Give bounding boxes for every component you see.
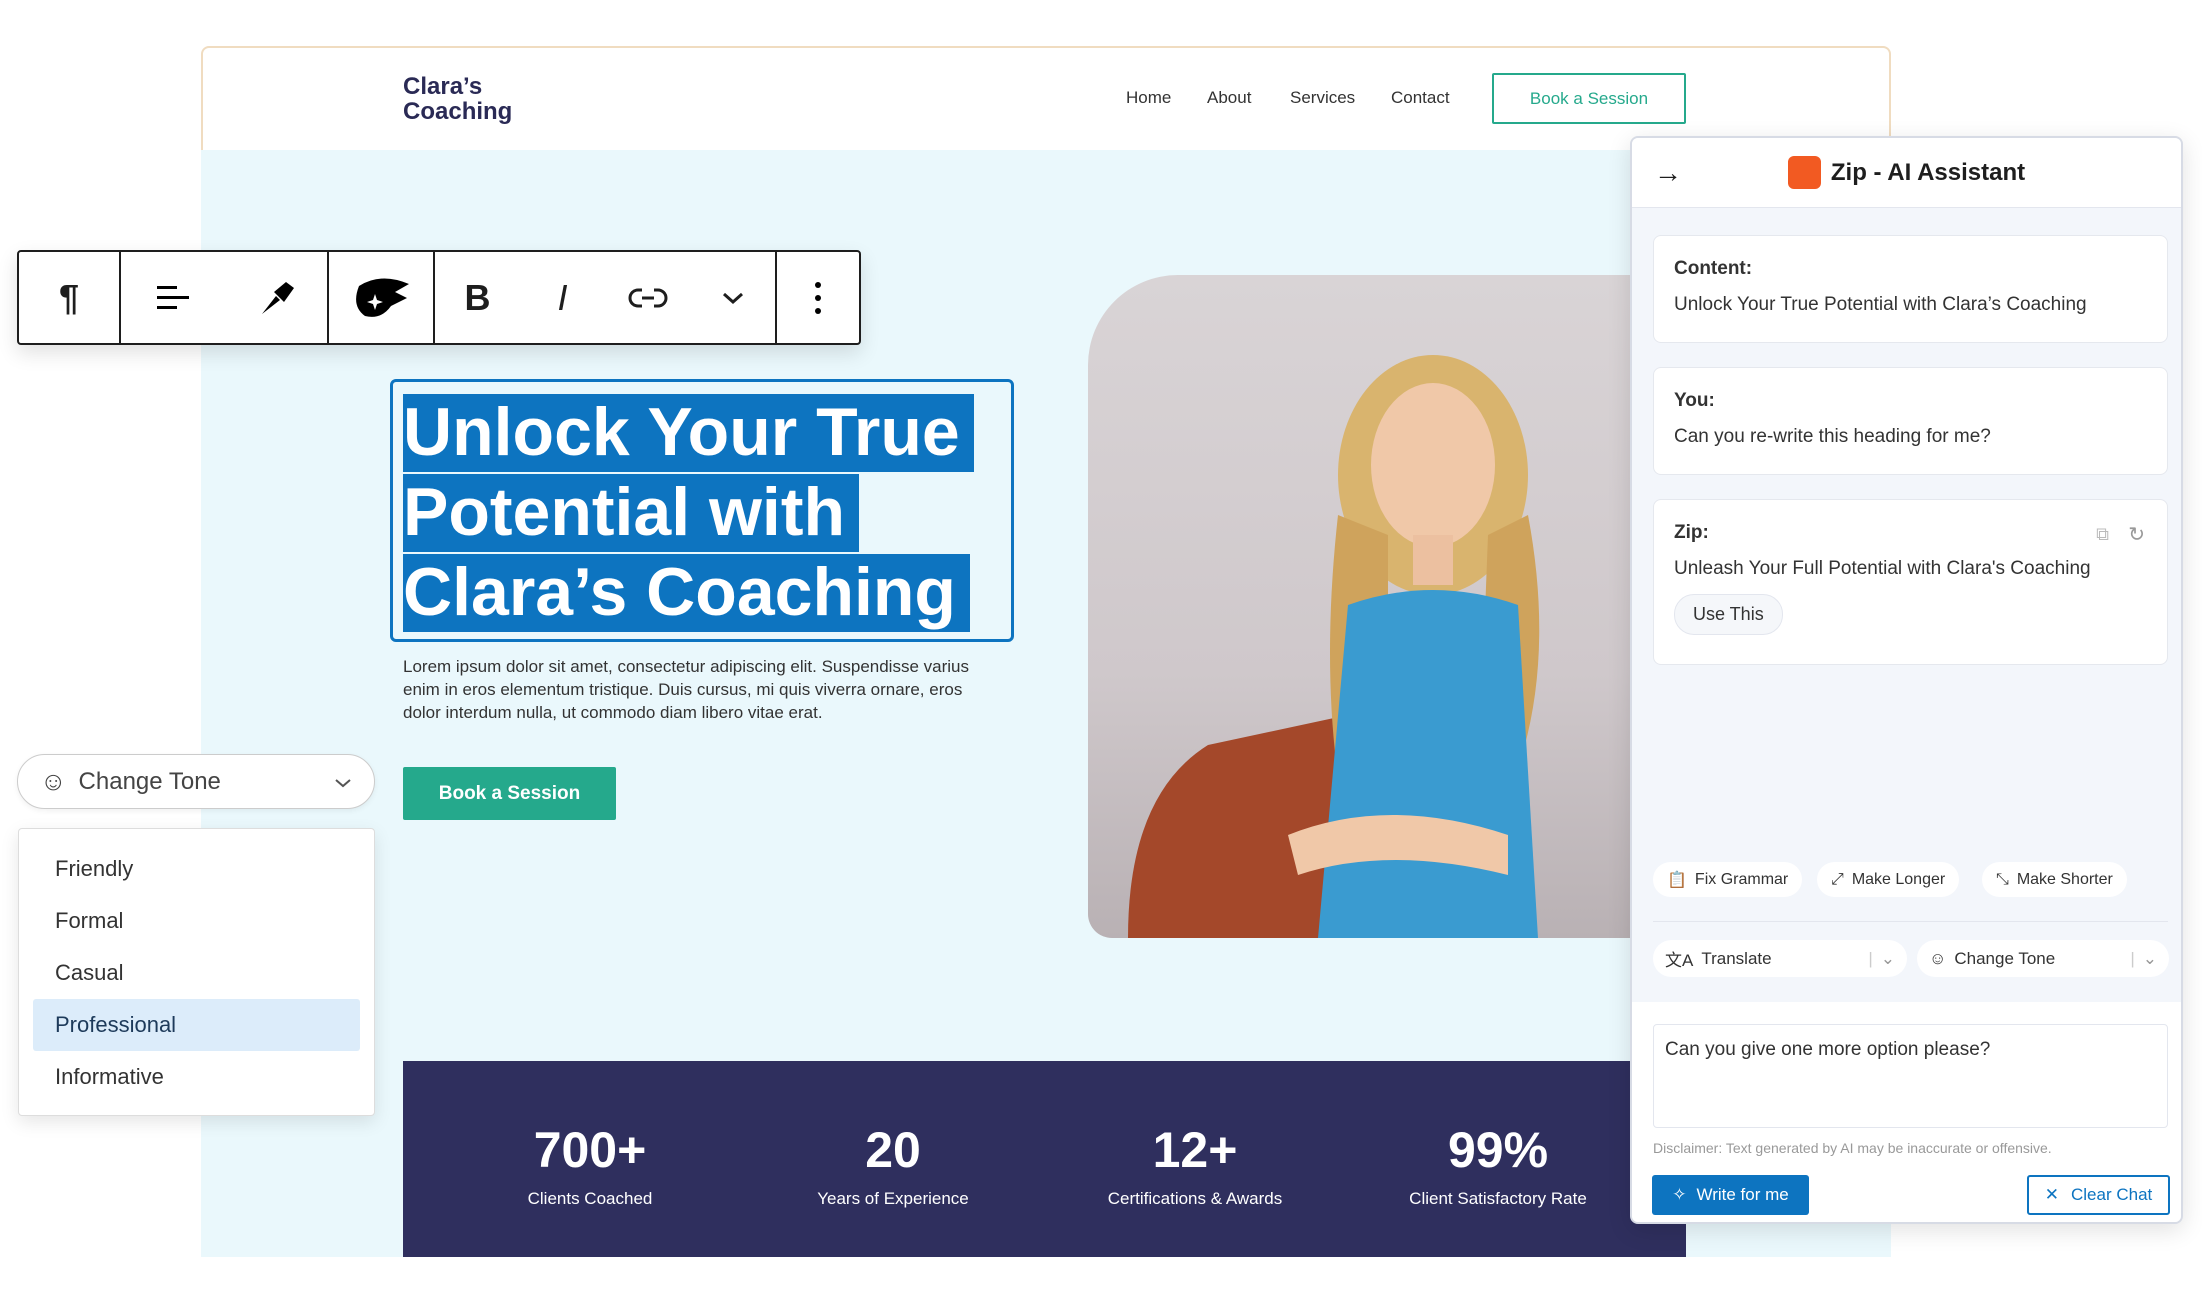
- ai-assistant-panel: → Zip - AI Assistant Content: Unlock Your…: [1630, 136, 2183, 1224]
- align-icon[interactable]: [143, 268, 203, 328]
- coach-photo: [1088, 275, 1648, 938]
- header-book-session-button[interactable]: Book a Session: [1492, 73, 1686, 124]
- chevron-down-icon: ⌄: [1880, 948, 1895, 968]
- content-message: Content: Unlock Your True Potential with …: [1653, 235, 2168, 343]
- zip-logo-icon: [1787, 156, 1821, 189]
- more-options-icon[interactable]: [788, 268, 848, 328]
- tone-option-friendly[interactable]: Friendly: [33, 843, 360, 895]
- copy-icon[interactable]: ⧉: [2096, 524, 2109, 545]
- site-logo[interactable]: Clara’s Coaching: [403, 74, 523, 124]
- expand-icon: ⤢: [1831, 870, 1844, 888]
- collapse-icon: ⤡: [1996, 870, 2009, 888]
- tone-options-menu: Friendly Formal Casual Professional Info…: [18, 828, 375, 1116]
- block-toolbar: ¶ B I: [17, 250, 861, 345]
- heading-line: Potential with: [403, 474, 859, 552]
- heading-line: Clara’s Coaching: [403, 554, 970, 632]
- zip-ai-icon[interactable]: [351, 268, 411, 328]
- paragraph-icon[interactable]: ¶: [39, 268, 99, 328]
- write-for-me-button[interactable]: ✧ Write for me: [1652, 1175, 1809, 1215]
- hero-heading[interactable]: Unlock Your True Potential with Clara’s …: [403, 392, 1003, 632]
- change-tone-select[interactable]: ☺ Change Tone | ⌄: [1917, 940, 2169, 977]
- clipboard-check-icon: 📋: [1667, 871, 1687, 889]
- arrow-right-icon[interactable]: →: [1654, 157, 1682, 189]
- change-tone-dropdown[interactable]: ☺ Change Tone: [17, 754, 375, 809]
- translate-icon: 文A: [1665, 951, 1694, 970]
- sparkle-icon: ✧: [1672, 1185, 1687, 1204]
- stat-item: 20 Years of Experience: [817, 1122, 969, 1208]
- refresh-icon[interactable]: ↻: [2128, 522, 2145, 547]
- stat-item: 12+ Certifications & Awards: [1107, 1122, 1283, 1208]
- use-this-button[interactable]: Use This: [1674, 594, 1783, 635]
- heading-line: Unlock Your True: [403, 394, 974, 472]
- panel-header: → Zip - AI Assistant: [1632, 138, 2181, 208]
- link-icon[interactable]: [618, 268, 678, 328]
- panel-title: Zip - AI Assistant: [1830, 158, 2026, 186]
- italic-icon[interactable]: I: [533, 268, 593, 328]
- nav-home[interactable]: Home: [1126, 88, 1171, 108]
- disclaimer: Disclaimer: Text generated by AI may be …: [1653, 1140, 2052, 1156]
- tone-option-informative[interactable]: Informative: [33, 1051, 360, 1103]
- composer: Can you give one more option please? Dis…: [1632, 1002, 2181, 1222]
- zip-message: Zip: Unleash Your Full Potential with Cla…: [1653, 499, 2168, 665]
- chevron-down-icon: [334, 768, 352, 796]
- hero-book-session-button[interactable]: Book a Session: [403, 767, 616, 820]
- paintbrush-icon[interactable]: [246, 268, 306, 328]
- user-message: You: Can you re-write this heading for me…: [1653, 367, 2168, 475]
- smiley-icon: ☺: [1929, 948, 1947, 968]
- smiley-icon: ☺: [40, 766, 67, 796]
- prompt-input[interactable]: Can you give one more option please?: [1653, 1024, 2168, 1128]
- nav-contact[interactable]: Contact: [1391, 88, 1450, 108]
- tone-option-formal[interactable]: Formal: [33, 895, 360, 947]
- fix-grammar-chip[interactable]: 📋 Fix Grammar: [1653, 862, 1803, 897]
- divider: [1653, 921, 2168, 922]
- make-longer-chip[interactable]: ⤢ Make Longer: [1817, 862, 1960, 897]
- nav-about[interactable]: About: [1207, 88, 1251, 108]
- chevron-down-icon[interactable]: [703, 268, 763, 328]
- stat-item: 99% Client Satisfactory Rate: [1409, 1122, 1587, 1208]
- bold-icon[interactable]: B: [448, 268, 508, 328]
- tone-option-professional[interactable]: Professional: [33, 999, 360, 1051]
- chevron-down-icon: ⌄: [2142, 948, 2157, 968]
- translate-select[interactable]: 文A Translate | ⌄: [1653, 940, 1907, 977]
- make-shorter-chip[interactable]: ⤡ Make Shorter: [1982, 862, 2127, 897]
- clear-chat-button[interactable]: ✕ Clear Chat: [2027, 1175, 2170, 1215]
- close-icon: ✕: [2044, 1185, 2059, 1204]
- stats-band: 700+ Clients Coached 20 Years of Experienc…: [403, 1061, 1686, 1257]
- dropdown-label: Change Tone: [78, 767, 221, 795]
- hero-paragraph: Lorem ipsum dolor sit amet, consectetur …: [403, 657, 969, 722]
- nav-services[interactable]: Services: [1290, 88, 1355, 108]
- tone-option-casual[interactable]: Casual: [33, 947, 360, 999]
- stat-item: 700+ Clients Coached: [527, 1122, 653, 1208]
